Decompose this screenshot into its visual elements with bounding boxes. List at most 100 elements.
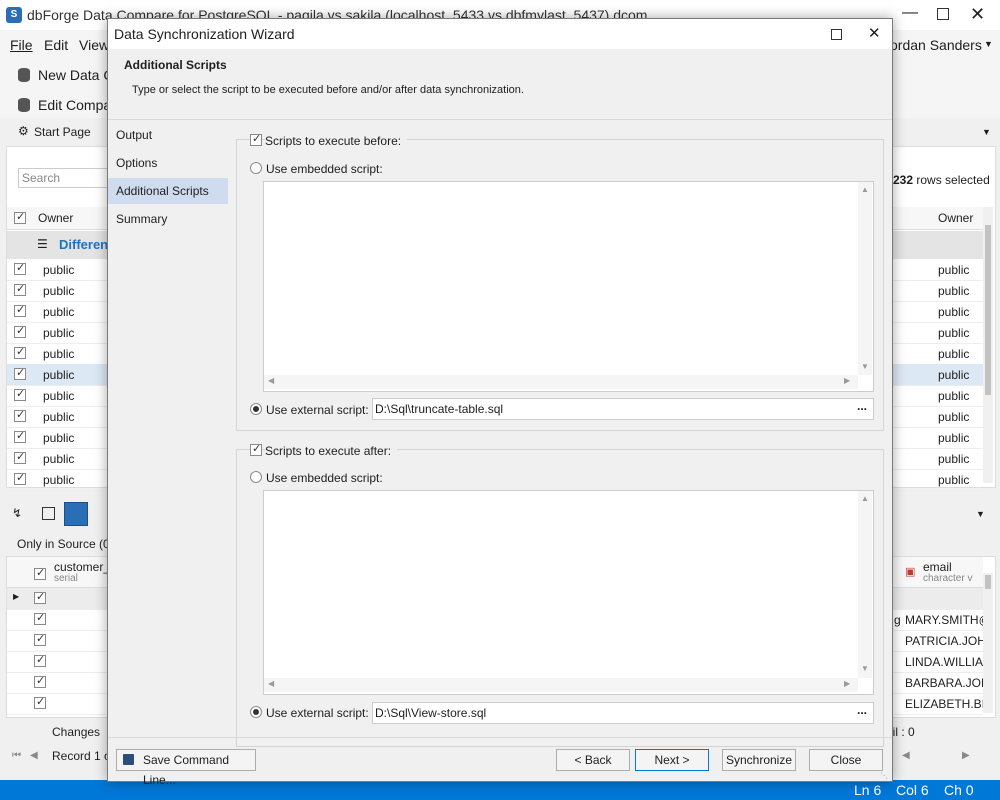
row-checkbox[interactable] <box>14 387 26 401</box>
detail-row-checkbox[interactable] <box>34 653 46 667</box>
group-label: Different <box>59 237 113 252</box>
first-record-icon[interactable]: ⏮ <box>12 750 21 761</box>
close-button[interactable]: Close <box>809 749 883 771</box>
menu-view[interactable]: View <box>79 37 109 53</box>
email-cell: BARBARA.JON <box>905 676 983 690</box>
row-checkbox[interactable] <box>14 408 26 422</box>
before-external-path-input[interactable]: D:\Sql\truncate-table.sql ... <box>372 398 874 420</box>
scroll-right-icon[interactable]: ▶ <box>962 750 970 761</box>
before-scroll-left-icon[interactable]: ◀ <box>268 376 274 385</box>
menu-edit[interactable]: Edit <box>44 37 68 53</box>
dialog-close-icon[interactable]: ✕ <box>868 24 881 42</box>
after-scroll-up-icon[interactable]: ▲ <box>861 494 869 503</box>
record-view-icon[interactable] <box>64 502 88 526</box>
owner-cell-right: public <box>938 347 970 361</box>
minimize-icon[interactable]: — <box>902 4 918 24</box>
before-scripts-checkbox[interactable] <box>250 132 262 146</box>
lower-scroll-thumb[interactable] <box>985 575 991 589</box>
row-checkbox[interactable] <box>14 261 26 275</box>
synchronize-button[interactable]: Synchronize <box>722 749 796 771</box>
app-logo-icon: S <box>6 7 22 23</box>
after-editor-hscroll[interactable]: ◀ ▶ <box>264 678 858 692</box>
detail-row-checkbox[interactable] <box>34 611 46 625</box>
row-checkbox[interactable] <box>14 366 26 380</box>
before-external-label: Use external script: <box>266 403 369 417</box>
dialog-maximize-icon[interactable] <box>831 29 842 40</box>
save-icon <box>123 754 134 765</box>
save-command-line-button[interactable]: Save Command Line... <box>116 749 256 787</box>
rows-selected-text: 232 rows selected <box>893 173 990 187</box>
after-scroll-down-icon[interactable]: ▼ <box>861 664 869 673</box>
lower-dropdown-icon[interactable]: ▼ <box>976 509 985 519</box>
close-window-icon[interactable]: ✕ <box>970 4 985 25</box>
lower-select-all-checkbox[interactable] <box>34 566 46 580</box>
chevron-down-icon[interactable]: ▼ <box>984 39 993 49</box>
detail-row-checkbox[interactable] <box>34 674 46 688</box>
row-checkbox[interactable] <box>14 450 26 464</box>
after-scroll-left-icon[interactable]: ◀ <box>268 679 274 688</box>
detail-row-checkbox[interactable] <box>34 695 46 709</box>
detail-row-checkbox[interactable] <box>34 590 46 604</box>
row-checkbox[interactable] <box>14 324 26 338</box>
row-checkbox[interactable] <box>14 345 26 359</box>
before-scroll-down-icon[interactable]: ▼ <box>861 362 869 371</box>
nav-options[interactable]: Options <box>108 150 228 176</box>
owner-cell-left: public <box>43 431 75 445</box>
filter-icon[interactable]: ↯ <box>12 506 22 520</box>
after-external-radio[interactable] <box>250 706 262 718</box>
rows-selected-count: 232 <box>893 173 914 187</box>
after-editor-vscroll[interactable]: ▲ ▼ <box>858 491 872 678</box>
next-button[interactable]: Next > <box>635 749 709 771</box>
before-embedded-radio[interactable] <box>250 162 262 174</box>
owner-column-header-right[interactable]: Owner <box>938 211 973 225</box>
user-name[interactable]: ordan Sanders <box>890 37 982 53</box>
after-browse-button[interactable]: ... <box>857 703 867 717</box>
before-editor-hscroll[interactable]: ◀ ▶ <box>264 375 858 389</box>
detail-row-checkbox[interactable] <box>34 632 46 646</box>
after-scripts-checkbox[interactable] <box>250 442 262 456</box>
tab-only-in-source[interactable]: Only in Source (0) <box>17 537 114 551</box>
split-view-icon[interactable] <box>42 507 55 520</box>
before-browse-button[interactable]: ... <box>857 399 867 413</box>
start-page-icon: ⚙ <box>18 124 29 138</box>
before-embedded-editor[interactable]: ▲ ▼ ◀ ▶ <box>263 181 874 392</box>
maximize-icon[interactable] <box>937 8 949 20</box>
select-all-checkbox[interactable] <box>14 210 26 224</box>
prev-record-icon[interactable]: ◀ <box>30 750 38 761</box>
before-editor-vscroll[interactable]: ▲ ▼ <box>858 182 872 375</box>
back-button[interactable]: < Back <box>556 749 630 771</box>
after-external-path-input[interactable]: D:\Sql\View-store.sql ... <box>372 702 874 724</box>
menu-file[interactable]: File <box>10 37 33 53</box>
list-icon: ☰ <box>37 237 48 251</box>
before-scroll-up-icon[interactable]: ▲ <box>861 185 869 194</box>
before-external-path: D:\Sql\truncate-table.sql <box>375 402 504 416</box>
tab-start-page[interactable]: Start Page <box>34 125 91 139</box>
row-checkbox[interactable] <box>14 429 26 443</box>
key-icon: ▣ <box>905 566 916 578</box>
scroll-left-icon[interactable]: ◀ <box>902 750 910 761</box>
email-header[interactable]: email <box>923 560 952 574</box>
owner-cell-right: public <box>938 368 970 382</box>
before-external-radio[interactable] <box>250 403 262 415</box>
resize-grip-icon[interactable]: ⋱ <box>880 771 888 780</box>
nav-summary[interactable]: Summary <box>108 206 228 232</box>
after-embedded-radio[interactable] <box>250 471 262 483</box>
row-checkbox[interactable] <box>14 471 26 485</box>
upper-vertical-scrollbar[interactable] <box>983 207 993 483</box>
owner-column-header-left[interactable]: Owner <box>38 211 73 225</box>
upper-scroll-thumb[interactable] <box>985 225 991 395</box>
tabs-dropdown-icon[interactable]: ▼ <box>982 127 991 137</box>
owner-cell-left: public <box>43 347 75 361</box>
nav-additional-scripts[interactable]: Additional Scripts <box>108 178 228 204</box>
after-scroll-right-icon[interactable]: ▶ <box>844 679 850 688</box>
after-embedded-editor[interactable]: ▲ ▼ ◀ ▶ <box>263 490 874 695</box>
owner-cell-left: public <box>43 326 75 340</box>
search-input[interactable]: Search <box>18 168 110 188</box>
lower-vertical-scrollbar[interactable] <box>983 573 993 713</box>
row-checkbox[interactable] <box>14 303 26 317</box>
customer-id-header[interactable]: customer_i <box>54 560 113 574</box>
before-scroll-right-icon[interactable]: ▶ <box>844 376 850 385</box>
wizard-header-title: Additional Scripts <box>124 58 227 72</box>
nav-output[interactable]: Output <box>108 122 228 148</box>
row-checkbox[interactable] <box>14 282 26 296</box>
